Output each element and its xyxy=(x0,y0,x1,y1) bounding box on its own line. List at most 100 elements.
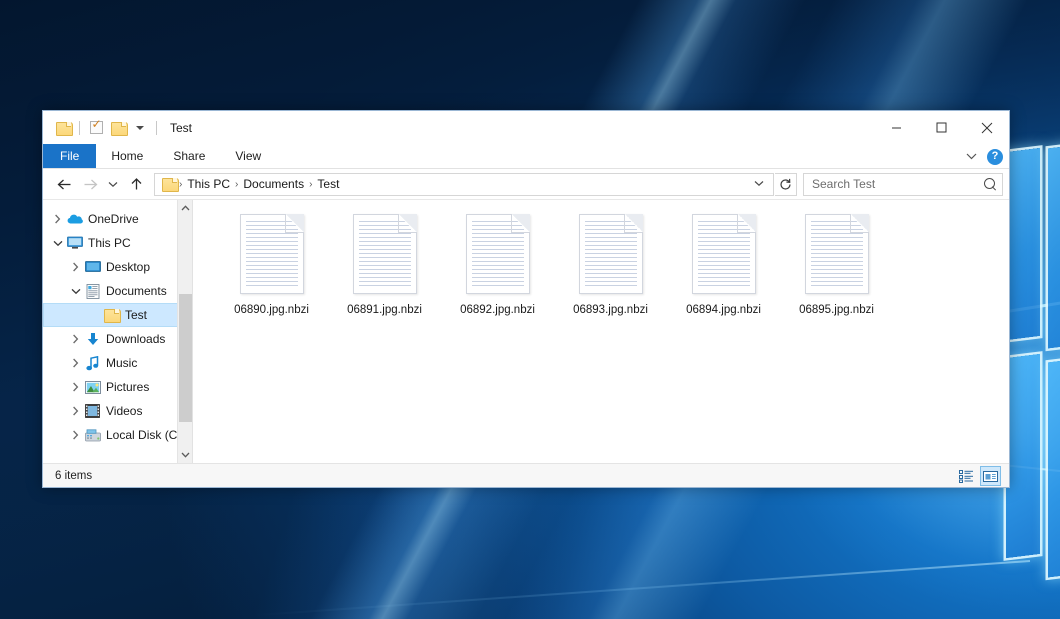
navigation-pane-scrollbar[interactable] xyxy=(177,200,192,463)
chevron-right-icon[interactable] xyxy=(67,262,84,272)
generic-document-icon[interactable] xyxy=(353,214,417,294)
sidebar-item-label: Downloads xyxy=(106,332,165,346)
forward-button[interactable] xyxy=(77,171,103,197)
window-body: OneDrive This PC DesktopDocuments Test Downl… xyxy=(43,200,1009,463)
sidebar-item-label: Pictures xyxy=(106,380,149,394)
maximize-button[interactable] xyxy=(919,111,964,144)
title-bar: Test xyxy=(43,111,1009,144)
chevron-right-icon[interactable] xyxy=(67,406,84,416)
generic-document-icon[interactable] xyxy=(579,214,643,294)
file-explorer-window: Test File Home Share View xyxy=(42,110,1010,488)
scrollbar-thumb[interactable] xyxy=(179,294,192,422)
chevron-down-icon[interactable] xyxy=(749,179,769,190)
sidebar-item-label: OneDrive xyxy=(88,212,139,226)
search-icon[interactable] xyxy=(984,178,997,191)
desktop-icon xyxy=(84,260,101,274)
minimize-button[interactable] xyxy=(874,111,919,144)
back-button[interactable] xyxy=(51,171,77,197)
sidebar-item-documents[interactable]: Documents xyxy=(43,279,192,303)
file-item[interactable]: 06893.jpg.nbzi xyxy=(554,214,667,316)
chevron-right-icon[interactable] xyxy=(67,382,84,392)
file-name-label: 06890.jpg.nbzi xyxy=(234,304,309,316)
file-name-label: 06893.jpg.nbzi xyxy=(573,304,648,316)
tab-file[interactable]: File xyxy=(43,144,96,168)
chevron-down-icon[interactable] xyxy=(129,117,151,139)
sidebar-item-pictures[interactable]: Pictures xyxy=(43,375,192,399)
sidebar-item-label: Local Disk (C:) xyxy=(106,428,185,442)
folder-tree: OneDrive This PC DesktopDocuments Test Downl… xyxy=(43,207,192,447)
file-item[interactable]: 06895.jpg.nbzi xyxy=(780,214,893,316)
tab-view[interactable]: View xyxy=(220,144,276,168)
folder-icon[interactable] xyxy=(52,117,74,139)
chevron-down-icon[interactable] xyxy=(49,240,66,247)
file-name-label: 06894.jpg.nbzi xyxy=(686,304,761,316)
file-item[interactable]: 06890.jpg.nbzi xyxy=(215,214,328,316)
large-icons-view-button[interactable] xyxy=(980,466,1001,486)
chevron-down-icon[interactable] xyxy=(963,149,979,165)
breadcrumb-item-test[interactable]: Test xyxy=(313,177,343,191)
sidebar-item-desktop[interactable]: Desktop xyxy=(43,255,192,279)
windows-logo-icon xyxy=(1003,150,1060,619)
chevron-right-icon[interactable] xyxy=(67,358,84,368)
sidebar-item-music[interactable]: Music xyxy=(43,351,192,375)
ribbon-right-controls: ? xyxy=(963,144,1003,169)
sidebar-item-test[interactable]: Test xyxy=(43,303,192,327)
help-icon[interactable]: ? xyxy=(987,149,1003,165)
chevron-down-icon[interactable] xyxy=(67,288,84,295)
refresh-button[interactable] xyxy=(775,173,797,196)
breadcrumb-item-this-pc[interactable]: This PC xyxy=(183,177,234,191)
file-name-label: 06891.jpg.nbzi xyxy=(347,304,422,316)
file-name-label: 06895.jpg.nbzi xyxy=(799,304,874,316)
scrollbar-track[interactable] xyxy=(178,216,193,447)
chevron-right-icon[interactable] xyxy=(67,334,84,344)
sidebar-item-label: Music xyxy=(106,356,137,370)
sidebar-item-label: Test xyxy=(125,308,147,322)
chevron-right-icon[interactable] xyxy=(49,214,66,224)
properties-icon[interactable] xyxy=(85,117,107,139)
scroll-down-button[interactable] xyxy=(178,447,193,463)
videos-icon xyxy=(84,404,101,418)
navigation-pane: OneDrive This PC DesktopDocuments Test Downl… xyxy=(43,200,192,463)
generic-document-icon[interactable] xyxy=(805,214,869,294)
window-title: Test xyxy=(170,121,192,135)
quick-access-toolbar xyxy=(43,117,162,139)
sidebar-item-label: Videos xyxy=(106,404,142,418)
up-button[interactable] xyxy=(123,171,149,197)
generic-document-icon[interactable] xyxy=(240,214,304,294)
ribbon-tab-strip: File Home Share View ? xyxy=(43,144,1009,169)
chevron-right-icon[interactable] xyxy=(67,430,84,440)
tab-home[interactable]: Home xyxy=(96,144,158,168)
pictures-icon xyxy=(84,381,101,394)
tab-share[interactable]: Share xyxy=(158,144,220,168)
generic-document-icon[interactable] xyxy=(466,214,530,294)
address-bar: › This PC › Documents › Test xyxy=(43,169,1009,200)
details-view-button[interactable] xyxy=(956,466,977,486)
sidebar-item-downloads[interactable]: Downloads xyxy=(43,327,192,351)
generic-document-icon[interactable] xyxy=(692,214,756,294)
file-item[interactable]: 06892.jpg.nbzi xyxy=(441,214,554,316)
search-input[interactable] xyxy=(812,177,984,191)
file-list-area[interactable]: 06890.jpg.nbzi 06891.jpg.nbzi 06892.jpg.nb… xyxy=(193,200,1009,463)
file-name-label: 06892.jpg.nbzi xyxy=(460,304,535,316)
breadcrumb-item-documents[interactable]: Documents xyxy=(239,177,308,191)
downloads-icon xyxy=(84,332,101,347)
view-mode-buttons xyxy=(956,466,1001,486)
sidebar-item-local-disk-c[interactable]: Local Disk (C:) xyxy=(43,423,192,447)
recent-locations-button[interactable] xyxy=(103,171,123,197)
sidebar-item-label: This PC xyxy=(88,236,131,250)
breadcrumb[interactable]: › This PC › Documents › Test xyxy=(154,173,774,196)
search-box[interactable] xyxy=(803,173,1003,196)
file-item[interactable]: 06894.jpg.nbzi xyxy=(667,214,780,316)
sidebar-item-videos[interactable]: Videos xyxy=(43,399,192,423)
new-folder-icon[interactable] xyxy=(107,117,129,139)
documents-icon xyxy=(84,284,101,299)
file-item[interactable]: 06891.jpg.nbzi xyxy=(328,214,441,316)
desktop: Test File Home Share View xyxy=(0,0,1060,619)
window-controls xyxy=(874,111,1009,144)
sidebar-item-onedrive[interactable]: OneDrive xyxy=(43,207,192,231)
sidebar-item-this-pc[interactable]: This PC xyxy=(43,231,192,255)
file-grid: 06890.jpg.nbzi 06891.jpg.nbzi 06892.jpg.nb… xyxy=(215,214,1009,316)
folder-icon xyxy=(103,309,120,321)
scroll-up-button[interactable] xyxy=(178,200,193,216)
close-button[interactable] xyxy=(964,111,1009,144)
